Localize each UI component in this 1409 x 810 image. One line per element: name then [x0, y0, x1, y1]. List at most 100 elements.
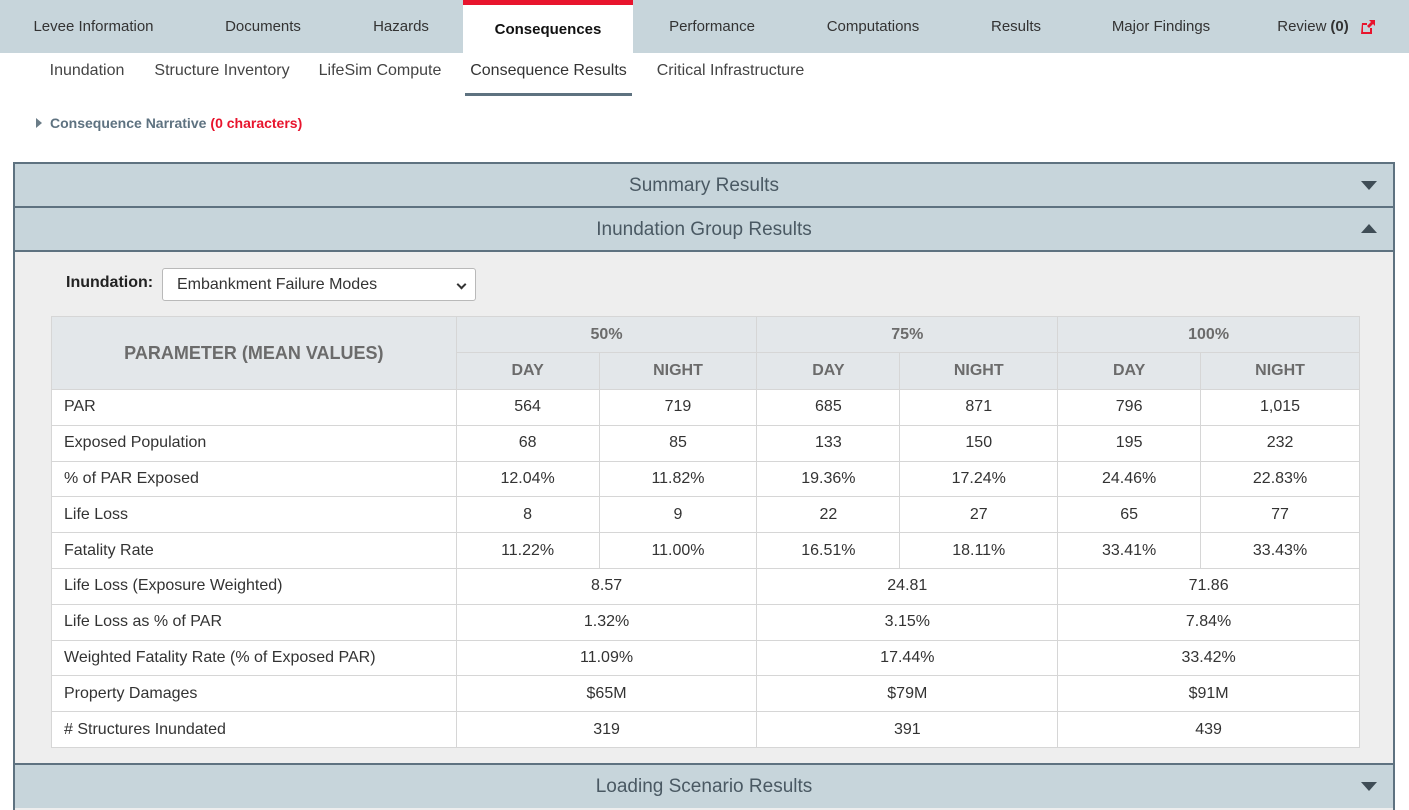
cell-value: 685 [756, 389, 901, 426]
narrative-character-count: (0 characters) [210, 115, 303, 131]
inundation-group-results-title: Inundation Group Results [596, 218, 812, 240]
tab-review-label: Review [1277, 18, 1327, 35]
cell-value: 1,015 [1200, 389, 1360, 426]
cell-value: 22.83% [1200, 460, 1360, 498]
inundation-label: Inundation: [66, 274, 154, 291]
row-name: Property Damages [51, 675, 457, 713]
cell-value: 8 [455, 496, 600, 534]
cell-value: 11.82% [598, 460, 758, 498]
tab-results[interactable]: Results [955, 0, 1077, 53]
cell-value: 564 [455, 389, 600, 426]
cell-value: 195 [1057, 424, 1202, 462]
row-name: Exposed Population [51, 424, 457, 462]
table-row: Fatality Rate 11.22% 11.00% 16.51% 18.11… [51, 532, 1360, 569]
row-name: PAR [51, 389, 457, 426]
inundation-select[interactable]: Embankment Failure Modes [162, 268, 476, 301]
cell-value: 9 [598, 496, 758, 534]
cell-value: 33.42% [1057, 639, 1360, 677]
caret-right-icon [36, 118, 42, 128]
inundation-select-value: Embankment Failure Modes [177, 275, 378, 293]
results-panel: Summary Results Inundation Group Results… [13, 162, 1395, 810]
cell-value: 71.86 [1057, 567, 1360, 605]
day-header: DAY [455, 352, 600, 390]
table-row: Life Loss as % of PAR 1.32% 3.15% 7.84% [51, 603, 1360, 641]
group-header-100: 100% [1057, 316, 1360, 353]
cell-value: 85 [598, 424, 758, 462]
cell-value: 17.24% [899, 460, 1059, 498]
tab-documents[interactable]: Documents [187, 0, 339, 53]
chevron-up-icon [1361, 224, 1377, 233]
cell-value: 391 [756, 711, 1059, 748]
cell-value: 22 [756, 496, 901, 534]
row-name: Weighted Fatality Rate (% of Exposed PAR… [51, 639, 457, 677]
cell-value: 12.04% [455, 460, 600, 498]
cell-value: $79M [756, 675, 1059, 713]
tab-levee-information[interactable]: Levee Information [0, 0, 187, 53]
cell-value: 1.32% [455, 603, 758, 641]
table-row: # Structures Inundated 319 391 439 [51, 711, 1360, 748]
cell-value: 7.84% [1057, 603, 1360, 641]
cell-value: 319 [455, 711, 758, 748]
loading-scenario-results-header[interactable]: Loading Scenario Results [15, 765, 1393, 808]
row-name: Life Loss [51, 496, 457, 534]
narrative-label: Consequence Narrative [50, 115, 207, 131]
cell-value: 11.00% [598, 532, 758, 569]
param-header: PARAMETER (MEAN VALUES) [51, 316, 457, 390]
tab-computations[interactable]: Computations [791, 0, 955, 53]
day-header: DAY [756, 352, 901, 390]
table-row: % of PAR Exposed 12.04% 11.82% 19.36% 17… [51, 460, 1360, 498]
subtab-critical-infrastructure[interactable]: Critical Infrastructure [648, 62, 813, 96]
review-count: (0) [1330, 18, 1349, 35]
cell-value: 24.81 [756, 567, 1059, 605]
subtab-structure-inventory[interactable]: Structure Inventory [148, 62, 296, 96]
cell-value: 133 [756, 424, 901, 462]
table-row: Life Loss (Exposure Weighted) 8.57 24.81… [51, 567, 1360, 605]
subtab-consequence-results[interactable]: Consequence Results [465, 62, 632, 96]
cell-value: 871 [899, 389, 1059, 426]
cell-value: 796 [1057, 389, 1202, 426]
cell-value: 3.15% [756, 603, 1059, 641]
chevron-down-icon [1361, 782, 1377, 791]
chevron-down-icon [1361, 181, 1377, 190]
cell-value: $65M [455, 675, 758, 713]
cell-value: 17.44% [756, 639, 1059, 677]
table-row: Exposed Population 68 85 133 150 195 232 [51, 424, 1360, 462]
inundation-results-table: PARAMETER (MEAN VALUES) 50% 75% 100% DAY… [51, 316, 1360, 748]
table-row: Life Loss 8 9 22 27 65 77 [51, 496, 1360, 534]
chevron-down-icon [456, 279, 467, 290]
tab-review[interactable]: Review (0) [1245, 0, 1409, 53]
tab-major-findings[interactable]: Major Findings [1077, 0, 1245, 53]
night-header: NIGHT [598, 352, 758, 390]
table-row: PAR 564 719 685 871 796 1,015 [51, 389, 1360, 426]
consequence-narrative-toggle[interactable]: Consequence Narrative (0 characters) [36, 114, 302, 132]
cell-value: 33.43% [1200, 532, 1360, 569]
subtab-inundation[interactable]: Inundation [42, 62, 132, 96]
day-header: DAY [1057, 352, 1202, 390]
cell-value: 24.46% [1057, 460, 1202, 498]
cell-value: 11.22% [455, 532, 600, 569]
row-name: Fatality Rate [51, 532, 457, 569]
group-header-75: 75% [756, 316, 1059, 353]
cell-value: 33.41% [1057, 532, 1202, 569]
cell-value: 8.57 [455, 567, 758, 605]
cell-value: 439 [1057, 711, 1360, 748]
cell-value: 68 [455, 424, 600, 462]
cell-value: 65 [1057, 496, 1202, 534]
row-name: Life Loss as % of PAR [51, 603, 457, 641]
cell-value: 150 [899, 424, 1059, 462]
cell-value: 19.36% [756, 460, 901, 498]
tab-consequences[interactable]: Consequences [463, 0, 633, 53]
loading-scenario-results-title: Loading Scenario Results [595, 775, 813, 797]
external-link-icon[interactable] [1359, 18, 1377, 36]
row-name: # Structures Inundated [51, 711, 457, 748]
cell-value: 18.11% [899, 532, 1059, 569]
cell-value: 27 [899, 496, 1059, 534]
cell-value: 232 [1200, 424, 1360, 462]
inundation-group-results-header[interactable]: Inundation Group Results [15, 208, 1393, 251]
subtab-lifesim-compute[interactable]: LifeSim Compute [312, 62, 448, 96]
night-header: NIGHT [1200, 352, 1360, 390]
cell-value: 16.51% [756, 532, 901, 569]
summary-results-header[interactable]: Summary Results [15, 164, 1393, 207]
tab-hazards[interactable]: Hazards [339, 0, 463, 53]
tab-performance[interactable]: Performance [633, 0, 791, 53]
